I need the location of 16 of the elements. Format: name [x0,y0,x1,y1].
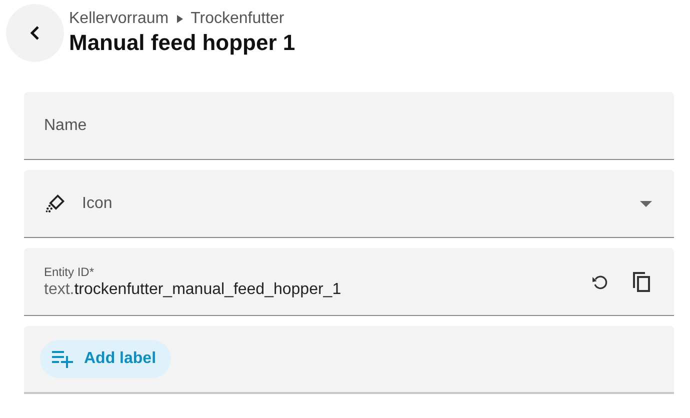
entity-id-field[interactable]: Entity ID* text.trockenfutter_manual_feed_hopper_1 [24,248,674,316]
dropdown-arrow-icon [640,200,652,206]
icon-field[interactable]: Icon [24,170,674,238]
add-list-icon [52,349,74,369]
separator-icon [176,15,183,23]
name-field[interactable]: Name [24,92,674,160]
field-label: Name [44,116,87,136]
page-title: Manual feed hopper 1 [69,29,296,57]
field-label: Entity ID* [44,264,96,280]
back-icon [30,25,40,41]
field-label: Icon [82,194,112,214]
breadcrumb-item[interactable]: Kellervorraum [69,9,169,29]
breadcrumb-item[interactable]: Trockenfutter [190,9,284,29]
copy-icon [632,270,652,292]
pen-icon [44,192,66,214]
entity-id-value: text.trockenfutter_manual_feed_hopper_1 [44,280,342,300]
